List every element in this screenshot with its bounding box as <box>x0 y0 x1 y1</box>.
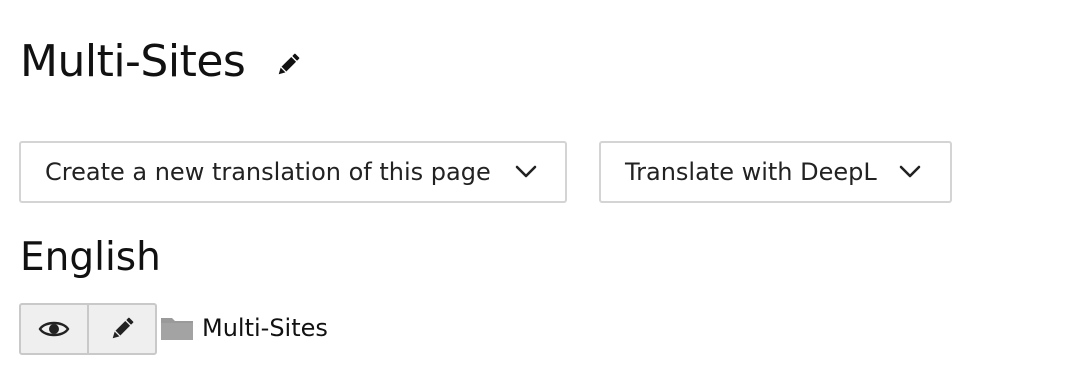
chevron-down-icon <box>899 165 921 178</box>
page-entry-label: Multi-Sites <box>202 314 328 342</box>
chevron-down-icon <box>515 165 537 178</box>
language-action-group <box>19 303 157 355</box>
pencil-icon <box>112 317 134 339</box>
page: Multi-Sites Create a new translation of … <box>0 0 1067 390</box>
folder-icon <box>161 315 193 341</box>
page-entry[interactable]: Multi-Sites <box>161 312 328 344</box>
deepl-translate-label: Translate with DeepL <box>625 158 877 186</box>
deepl-translate-dropdown[interactable]: Translate with DeepL <box>599 141 952 203</box>
page-title: Multi-Sites <box>20 36 246 87</box>
eye-icon <box>38 321 70 337</box>
new-translation-dropdown[interactable]: Create a new translation of this page <box>19 141 567 203</box>
view-page-button[interactable] <box>21 305 87 353</box>
new-translation-label: Create a new translation of this page <box>45 158 491 186</box>
edit-page-button[interactable] <box>87 305 155 353</box>
title-row: Multi-Sites <box>20 30 305 94</box>
language-heading: English <box>20 235 161 280</box>
pencil-icon[interactable] <box>271 48 305 82</box>
